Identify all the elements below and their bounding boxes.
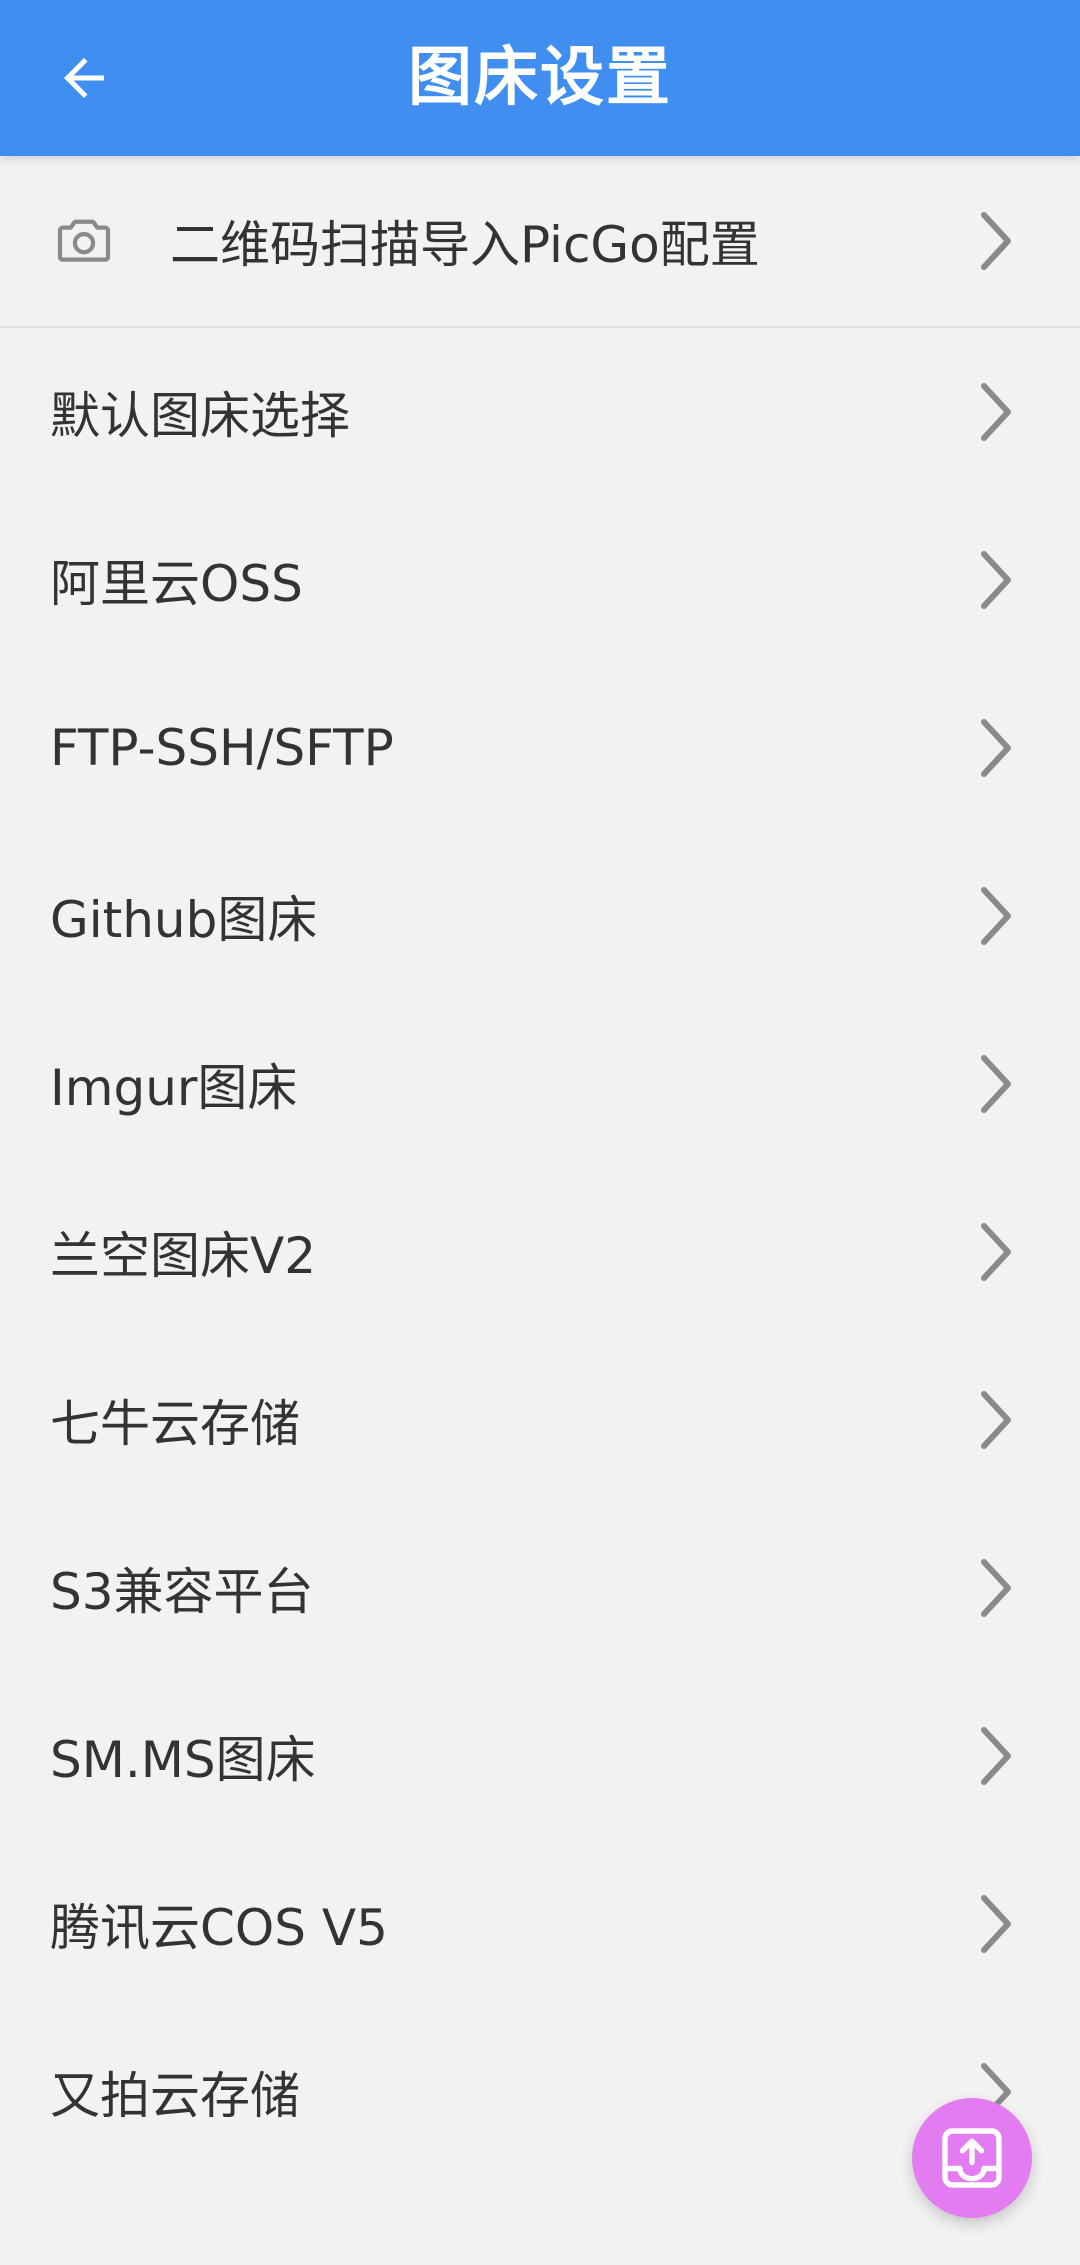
list-item-qiniu[interactable]: 七牛云存储 <box>0 1336 1080 1504</box>
chevron-right-icon <box>981 1895 1011 1953</box>
qr-import-row[interactable]: 二维码扫描导入PicGo配置 <box>0 156 1080 328</box>
list-item-label: 阿里云OSS <box>50 555 303 613</box>
list-item-lskypro[interactable]: 兰空图床V2 <box>0 1168 1080 1336</box>
chevron-right-icon <box>981 1223 1011 1281</box>
list-item-smms[interactable]: SM.MS图床 <box>0 1672 1080 1840</box>
list-item-label: 又拍云存储 <box>50 2067 300 2125</box>
qr-import-label: 二维码扫描导入PicGo配置 <box>170 216 760 274</box>
list-item-label: Imgur图床 <box>50 1059 298 1117</box>
settings-list: 二维码扫描导入PicGo配置 默认图床选择 阿里云OSS FTP-SSH/SFT… <box>0 156 1080 2176</box>
chevron-right-icon <box>981 887 1011 945</box>
chevron-right-icon <box>981 1055 1011 1113</box>
list-item-label: FTP-SSH/SFTP <box>50 719 394 777</box>
list-item-imgur[interactable]: Imgur图床 <box>0 1000 1080 1168</box>
chevron-right-icon <box>981 1391 1011 1449</box>
list-item-label: 兰空图床V2 <box>50 1227 317 1285</box>
list-item-label: 腾讯云COS V5 <box>50 1899 388 1957</box>
list-item-s3[interactable]: S3兼容平台 <box>0 1504 1080 1672</box>
chevron-right-icon <box>981 1559 1011 1617</box>
page-title: 图床设置 <box>408 41 672 115</box>
list-item-label: 默认图床选择 <box>50 387 350 445</box>
chevron-right-icon <box>981 383 1011 441</box>
chevron-right-icon <box>981 212 1011 270</box>
list-item-default-host[interactable]: 默认图床选择 <box>0 328 1080 496</box>
chevron-right-icon <box>981 719 1011 777</box>
list-item-tencent-cos[interactable]: 腾讯云COS V5 <box>0 1840 1080 2008</box>
list-item-label: SM.MS图床 <box>50 1731 316 1789</box>
list-item-ftp-ssh[interactable]: FTP-SSH/SFTP <box>0 664 1080 832</box>
camera-icon <box>57 219 111 262</box>
chevron-right-icon <box>981 1727 1011 1785</box>
list-item-github[interactable]: Github图床 <box>0 832 1080 1000</box>
upload-tray-icon <box>942 2128 1002 2188</box>
list-item-label: Github图床 <box>50 891 318 949</box>
list-item-label: 七牛云存储 <box>50 1395 300 1453</box>
upload-fab-button[interactable] <box>912 2098 1032 2218</box>
chevron-right-icon <box>981 551 1011 609</box>
app-bar: 图床设置 <box>0 0 1080 156</box>
list-item-label: S3兼容平台 <box>50 1563 314 1621</box>
list-item-aliyun-oss[interactable]: 阿里云OSS <box>0 496 1080 664</box>
